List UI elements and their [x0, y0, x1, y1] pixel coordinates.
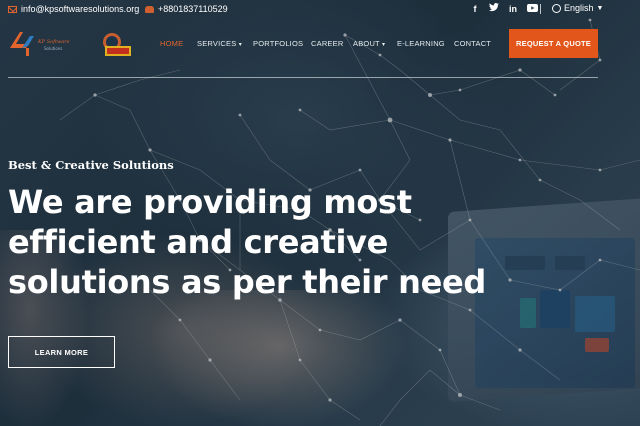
social-links: f in	[470, 3, 538, 14]
nav-item-about-label: ABOUT	[353, 39, 380, 48]
language-label: English	[564, 3, 594, 13]
nav-item-career[interactable]: CAREER	[311, 39, 343, 48]
phone-contact[interactable]: +8801837110529	[145, 4, 228, 14]
header-divider	[8, 77, 598, 78]
twitter-icon[interactable]	[489, 3, 499, 14]
facebook-icon[interactable]: f	[470, 4, 480, 14]
chevron-down-icon: ▾	[238, 42, 242, 48]
nav-item-services-label: SERVICES	[197, 39, 237, 48]
hero-headline-line-2: efficient and creative	[8, 223, 389, 261]
language-selector[interactable]: English ▼	[552, 3, 603, 13]
chevron-down-icon: ▾	[382, 42, 386, 48]
nav-item-home[interactable]: HOME	[160, 39, 183, 48]
nav-item-portfolios[interactable]: PORTFOLIOS	[253, 39, 303, 48]
email-text[interactable]: info@kpsoftwaresolutions.org	[21, 4, 139, 14]
youtube-icon[interactable]	[527, 3, 538, 14]
topbar-divider	[540, 4, 541, 14]
hero-headline-line-3: solutions as per their need	[8, 263, 486, 301]
globe-icon	[552, 3, 561, 13]
site-logo[interactable]: KP Software Solutions	[8, 28, 134, 60]
phone-text[interactable]: +8801837110529	[158, 4, 228, 14]
phone-icon	[145, 5, 154, 13]
hero-headline: We are providing most efficient and crea…	[8, 182, 528, 302]
hero-headline-line-1: We are providing most	[8, 183, 412, 221]
envelope-icon	[8, 5, 17, 13]
linkedin-icon[interactable]: in	[508, 4, 518, 14]
top-bar: info@kpsoftwaresolutions.org +8801837110…	[0, 0, 640, 18]
nav-item-services[interactable]: SERVICES ▾	[197, 39, 242, 48]
learn-more-button[interactable]: LEARN MORE	[8, 336, 115, 368]
email-contact[interactable]: info@kpsoftwaresolutions.org	[8, 4, 139, 14]
nav-item-e-learning[interactable]: E-LEARNING	[397, 39, 445, 48]
svg-text:Solutions: Solutions	[44, 46, 62, 51]
request-quote-button[interactable]: REQUEST A QUOTE	[509, 29, 598, 58]
hero-tagline: Best & Creative Solutions	[8, 158, 174, 172]
nav-item-contact[interactable]: CONTACT	[454, 39, 491, 48]
nav-item-about[interactable]: ABOUT ▾	[353, 39, 385, 48]
chevron-down-icon: ▼	[596, 4, 604, 12]
svg-text:KP Software: KP Software	[37, 39, 70, 45]
